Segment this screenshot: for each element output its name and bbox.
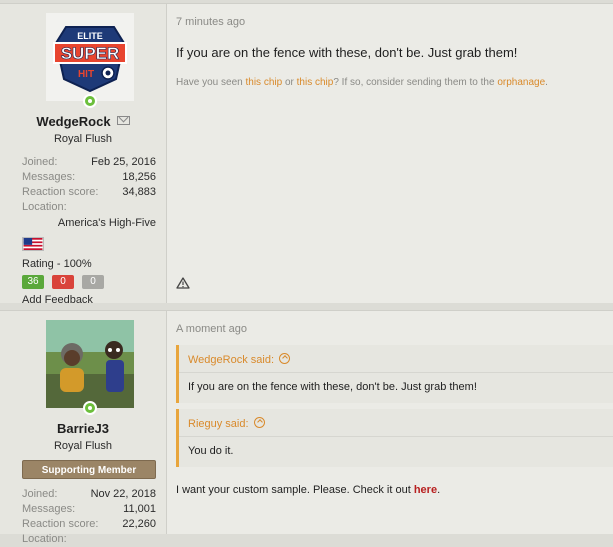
stat-joined: Joined: Feb 25, 2016: [22, 156, 156, 168]
user-title: Royal Flush: [53, 440, 113, 452]
quote-text: You do it.: [188, 445, 234, 457]
stat-location: Location:: [22, 533, 67, 545]
stat-location: Location:: [22, 201, 67, 213]
post-body: 7 minutes ago If you are on the fence wi…: [167, 4, 613, 303]
stat-messages: Messages: 11,001: [22, 503, 156, 515]
user-title: Royal Flush: [53, 133, 113, 145]
username[interactable]: WedgeRock: [10, 114, 156, 129]
quote-block: WedgeRock said: If you are on the fence …: [176, 345, 613, 403]
signature-link[interactable]: this chip: [297, 77, 334, 88]
jump-to-quote-icon[interactable]: [253, 417, 265, 428]
message-icon[interactable]: [116, 116, 130, 125]
feedback-positive[interactable]: 36: [22, 275, 44, 289]
stat-reaction-score: Reaction score: 22,260: [22, 518, 156, 530]
post: ELITE SUPER HIT WedgeRock Royal Flush Jo…: [0, 3, 613, 306]
user-stats: Joined: Nov 22, 2018 Messages: 11,001 Reac…: [22, 487, 156, 547]
avatar[interactable]: [46, 320, 134, 415]
stat-reaction-score: Reaction score: 34,883: [22, 186, 156, 198]
location-value: America's High-Five: [57, 217, 156, 229]
avatar[interactable]: ELITE SUPER HIT: [46, 13, 134, 108]
post-time[interactable]: 7 minutes ago: [176, 16, 613, 28]
quote-header[interactable]: WedgeRock said:: [179, 345, 613, 373]
svg-text:HIT: HIT: [78, 69, 94, 80]
supporting-member-badge: Supporting Member: [22, 460, 156, 479]
rating: Rating - 100%: [22, 258, 92, 270]
user-panel: ELITE SUPER HIT WedgeRock Royal Flush Jo…: [0, 4, 167, 306]
post-body: A moment ago WedgeRock said: If you are …: [167, 311, 613, 534]
us-flag-icon: [22, 237, 44, 251]
post-message: I want your custom sample. Please. Check…: [176, 484, 441, 496]
online-status-icon: [83, 94, 97, 108]
feedback-negative[interactable]: 0: [52, 275, 74, 289]
user-panel: BarrieJ3 Royal Flush Supporting Member J…: [0, 311, 167, 545]
quote-block: Rieguy said: You do it.: [176, 409, 613, 467]
svg-text:ELITE: ELITE: [77, 31, 103, 41]
quote-text: If you are on the fence with these, don'…: [188, 381, 477, 393]
add-feedback-link[interactable]: Add Feedback: [22, 294, 156, 306]
report-warning-icon[interactable]: [176, 277, 190, 289]
user-stats: Joined: Feb 25, 2016 Messages: 18,256 Reac…: [22, 155, 156, 231]
jump-to-quote-icon[interactable]: [279, 353, 291, 364]
svg-text:SUPER: SUPER: [61, 44, 120, 63]
post-message: If you are on the fence with these, don'…: [176, 45, 518, 60]
quote-header[interactable]: Rieguy said:: [179, 409, 613, 437]
signature-link[interactable]: orphanage: [497, 77, 545, 88]
feedback-counts: 36 0 0: [22, 275, 156, 289]
stat-messages: Messages: 18,256: [22, 171, 156, 183]
online-status-icon: [83, 401, 97, 415]
post-time[interactable]: A moment ago: [176, 323, 613, 335]
feedback-neutral[interactable]: 0: [82, 275, 104, 289]
here-link[interactable]: here: [414, 484, 437, 496]
signature-link[interactable]: this chip: [246, 77, 283, 88]
stat-joined: Joined: Nov 22, 2018: [22, 488, 156, 500]
username[interactable]: BarrieJ3: [10, 421, 156, 436]
signature: Have you seen this chip or this chip? If…: [176, 77, 548, 88]
post: BarrieJ3 Royal Flush Supporting Member J…: [0, 310, 613, 545]
